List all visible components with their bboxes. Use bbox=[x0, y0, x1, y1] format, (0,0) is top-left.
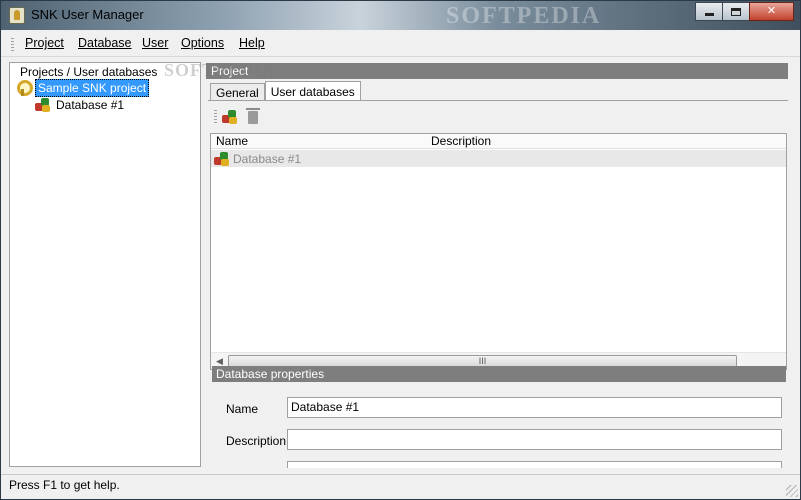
window-title: SNK User Manager bbox=[31, 7, 144, 22]
tree-header: Projects / User databases bbox=[20, 65, 158, 79]
menu-help[interactable]: Help bbox=[239, 36, 265, 50]
list-item-name: Database #1 bbox=[233, 151, 302, 166]
menu-grip-icon[interactable] bbox=[11, 38, 14, 52]
status-bar: Press F1 to get help. bbox=[1, 474, 800, 499]
menu-options[interactable]: Options bbox=[181, 36, 224, 50]
database-properties: Name Database #1 Description bbox=[212, 383, 786, 468]
watermark-text: SOFTPEDIA bbox=[446, 3, 602, 29]
menu-project[interactable]: Project bbox=[25, 36, 64, 50]
panel-watermark: SOFTPEDIA bbox=[164, 60, 277, 80]
tab-user-databases-label: User databases bbox=[270, 85, 355, 99]
tab-general[interactable]: General bbox=[210, 83, 265, 101]
app-icon[interactable] bbox=[9, 7, 25, 24]
tab-general-label: General bbox=[216, 86, 259, 100]
window-controls: ✕ bbox=[695, 2, 794, 21]
menu-database-label: Database bbox=[78, 36, 132, 50]
tree-item-database-label: Database #1 bbox=[56, 97, 125, 112]
toolbar-grip-icon[interactable] bbox=[214, 110, 217, 124]
key-icon bbox=[16, 79, 33, 96]
maximize-button[interactable] bbox=[722, 2, 749, 21]
menu-project-label: Project bbox=[25, 36, 64, 50]
menu-help-label: Help bbox=[239, 36, 265, 50]
column-header-name[interactable]: Name bbox=[216, 134, 248, 149]
database-puzzle-icon bbox=[214, 151, 230, 167]
description-field[interactable] bbox=[287, 429, 782, 450]
minimize-icon bbox=[704, 13, 714, 16]
title-bar[interactable]: SNK User Manager SOFTPEDIA ✕ bbox=[1, 1, 800, 30]
tab-content: Name Description Database #1 ◀ III Datab… bbox=[208, 100, 788, 468]
add-database-icon bbox=[221, 109, 238, 125]
list-item[interactable]: Database #1 bbox=[211, 150, 786, 167]
menu-user[interactable]: User bbox=[142, 36, 168, 50]
tree-item-project-label: Sample SNK project bbox=[35, 78, 150, 97]
project-tree[interactable]: Projects / User databases Sample SNK pro… bbox=[9, 62, 201, 467]
name-field[interactable]: Database #1 bbox=[287, 397, 782, 418]
name-label: Name bbox=[226, 402, 259, 416]
project-section-header: Project bbox=[206, 63, 788, 79]
tab-user-databases[interactable]: User databases bbox=[264, 81, 361, 101]
add-database-button[interactable] bbox=[221, 107, 241, 127]
resize-grip-icon[interactable] bbox=[786, 485, 798, 497]
right-edge bbox=[788, 62, 800, 467]
description-label: Description bbox=[226, 434, 287, 448]
menu-database[interactable]: Database bbox=[78, 36, 132, 50]
extra-field[interactable] bbox=[287, 461, 782, 468]
tree-item-database[interactable]: Database #1 bbox=[35, 96, 126, 113]
database-puzzle-icon bbox=[35, 97, 51, 113]
project-panel: Project SOFTPEDIA General User databases… bbox=[164, 60, 788, 468]
close-button[interactable]: ✕ bbox=[749, 2, 794, 21]
menu-options-label: Options bbox=[181, 36, 225, 50]
trash-icon bbox=[246, 107, 260, 124]
list-toolbar bbox=[214, 107, 265, 127]
column-header-description[interactable]: Description bbox=[431, 134, 491, 149]
tab-strip: General User databases bbox=[210, 81, 361, 101]
menu-bar: Project Database User Options Help bbox=[1, 30, 800, 57]
menu-user-label: User bbox=[142, 36, 169, 50]
maximize-icon bbox=[731, 7, 741, 16]
delete-database-button[interactable] bbox=[243, 107, 263, 127]
status-text: Press F1 to get help. bbox=[9, 478, 120, 492]
database-properties-header: Database properties bbox=[212, 366, 786, 382]
minimize-button[interactable] bbox=[695, 2, 722, 21]
list-header: Name Description bbox=[211, 134, 786, 149]
close-icon: ✕ bbox=[766, 5, 777, 17]
app-window: SNK User Manager SOFTPEDIA ✕ Project Dat… bbox=[0, 0, 801, 500]
database-list[interactable]: Name Description Database #1 ◀ III bbox=[210, 133, 787, 370]
tree-item-project[interactable]: Sample SNK project bbox=[16, 78, 150, 97]
